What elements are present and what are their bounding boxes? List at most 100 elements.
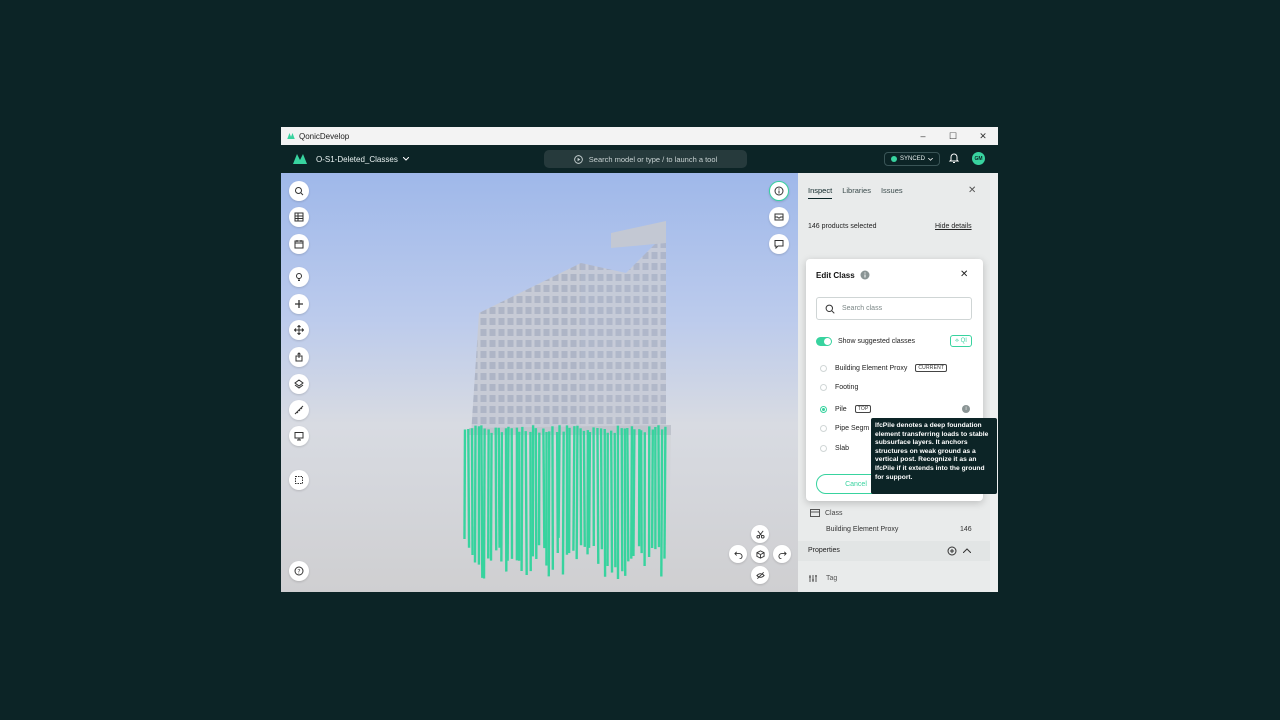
redo-icon: [778, 550, 787, 559]
close-window-button[interactable]: ✕: [968, 127, 998, 145]
pile[interactable]: [599, 428, 604, 550]
sync-status-badge[interactable]: SYNCED: [884, 152, 941, 166]
select-box-tool-button[interactable]: [289, 470, 309, 490]
pile[interactable]: [663, 426, 667, 559]
close-panel-button[interactable]: ✕: [968, 185, 976, 196]
pile[interactable]: [542, 428, 546, 549]
info-panel-button[interactable]: [769, 181, 789, 201]
3d-viewport[interactable]: ?: [281, 173, 798, 592]
panel-tabs: Inspect Libraries Issues: [808, 186, 903, 199]
search-class-input[interactable]: Search class: [816, 297, 972, 320]
ai-tool-button[interactable]: [289, 267, 309, 287]
help-button[interactable]: ?: [289, 561, 309, 581]
comments-button[interactable]: [769, 234, 789, 254]
svg-text:?: ?: [297, 569, 300, 576]
tab-inspect[interactable]: Inspect: [808, 186, 833, 199]
pile[interactable]: [632, 429, 636, 557]
class-info-icon[interactable]: i: [962, 405, 970, 413]
pile[interactable]: [480, 425, 484, 578]
move-tool-button[interactable]: [289, 320, 309, 340]
home-view-button[interactable]: [751, 545, 769, 563]
pile[interactable]: [520, 426, 524, 572]
visibility-button[interactable]: [751, 566, 769, 584]
presentation-tool-button[interactable]: [289, 426, 309, 446]
class-option[interactable]: Pipe Segm: [820, 425, 869, 432]
cancel-label: Cancel: [845, 480, 867, 488]
pile[interactable]: [575, 425, 579, 560]
add-tool-button[interactable]: [289, 294, 309, 314]
pile[interactable]: [609, 430, 614, 573]
pile[interactable]: [497, 427, 501, 548]
export-tool-button[interactable]: [289, 347, 309, 367]
suggested-classes-toggle[interactable]: [816, 337, 832, 346]
pile[interactable]: [500, 432, 504, 562]
tab-issues[interactable]: Issues: [881, 186, 903, 199]
qonic-logo-icon[interactable]: [293, 154, 307, 164]
pile[interactable]: [582, 430, 586, 547]
pile[interactable]: [613, 432, 617, 568]
class-option-label: Pile: [835, 405, 847, 413]
pile[interactable]: [557, 425, 561, 538]
pile[interactable]: [579, 428, 583, 546]
pile[interactable]: [660, 429, 664, 577]
info-icon[interactable]: [860, 270, 870, 280]
radio-button[interactable]: [820, 425, 827, 432]
bell-icon[interactable]: [948, 152, 960, 164]
class-value[interactable]: Building Element Proxy: [826, 526, 898, 533]
pile[interactable]: [596, 428, 600, 564]
layers-icon: [294, 379, 304, 389]
pile[interactable]: [630, 426, 634, 559]
search-tool-button[interactable]: [289, 181, 309, 201]
class-option[interactable]: Building Element Proxy CURRENT: [820, 364, 948, 372]
minimize-button[interactable]: –: [908, 127, 938, 145]
schedule-tool-button[interactable]: [289, 234, 309, 254]
current-badge: CURRENT: [915, 364, 948, 372]
avatar[interactable]: GM: [972, 152, 985, 165]
class-option[interactable]: Footing: [820, 384, 858, 391]
pile[interactable]: [489, 432, 493, 561]
close-dialog-button[interactable]: ✕: [960, 269, 968, 280]
project-selector[interactable]: O-S1-Deleted_Classes: [316, 155, 409, 164]
measure-tool-button[interactable]: [289, 400, 309, 420]
pile[interactable]: [620, 428, 624, 572]
pile[interactable]: [524, 431, 528, 576]
hide-details-link[interactable]: Hide details: [935, 223, 972, 230]
radio-button[interactable]: [820, 384, 827, 391]
redo-button[interactable]: [773, 545, 791, 563]
class-option[interactable]: Pile TOP: [820, 405, 872, 413]
maximize-button[interactable]: ☐: [938, 127, 968, 145]
table-tool-button[interactable]: [289, 207, 309, 227]
pile[interactable]: [482, 428, 486, 579]
suggested-classes-label: Show suggested classes: [838, 338, 916, 345]
chevron-up-icon[interactable]: [963, 548, 971, 553]
add-property-icon[interactable]: [947, 546, 957, 556]
radio-button[interactable]: [820, 364, 827, 372]
class-option-label: Footing: [835, 384, 859, 391]
tab-libraries[interactable]: Libraries: [842, 186, 871, 199]
pile[interactable]: [506, 426, 510, 561]
pile[interactable]: [467, 429, 471, 548]
section-cut-button[interactable]: [751, 525, 769, 543]
pile[interactable]: [494, 427, 498, 551]
pile[interactable]: [470, 428, 474, 555]
chevron-down-icon: [402, 157, 409, 161]
move-icon: [294, 325, 304, 335]
pile[interactable]: [572, 426, 576, 551]
pile[interactable]: [473, 425, 477, 563]
radio-button[interactable]: [820, 405, 827, 413]
command-search-bar[interactable]: Search model or type / to launch a tool: [544, 150, 747, 168]
qi-button[interactable]: ⟡ QI: [950, 335, 972, 347]
pile[interactable]: [463, 429, 467, 540]
cube-icon: [755, 549, 765, 559]
layers-tool-button[interactable]: [289, 374, 309, 394]
building-model[interactable]: [281, 173, 798, 592]
radio-button[interactable]: [820, 445, 827, 452]
pile[interactable]: [561, 431, 565, 575]
undo-button[interactable]: [729, 545, 747, 563]
pile[interactable]: [650, 429, 654, 548]
inbox-button[interactable]: [769, 207, 789, 227]
properties-header[interactable]: Properties: [798, 541, 990, 561]
pile[interactable]: [587, 432, 592, 548]
class-option[interactable]: Slab: [820, 445, 849, 452]
pile[interactable]: [626, 427, 630, 562]
